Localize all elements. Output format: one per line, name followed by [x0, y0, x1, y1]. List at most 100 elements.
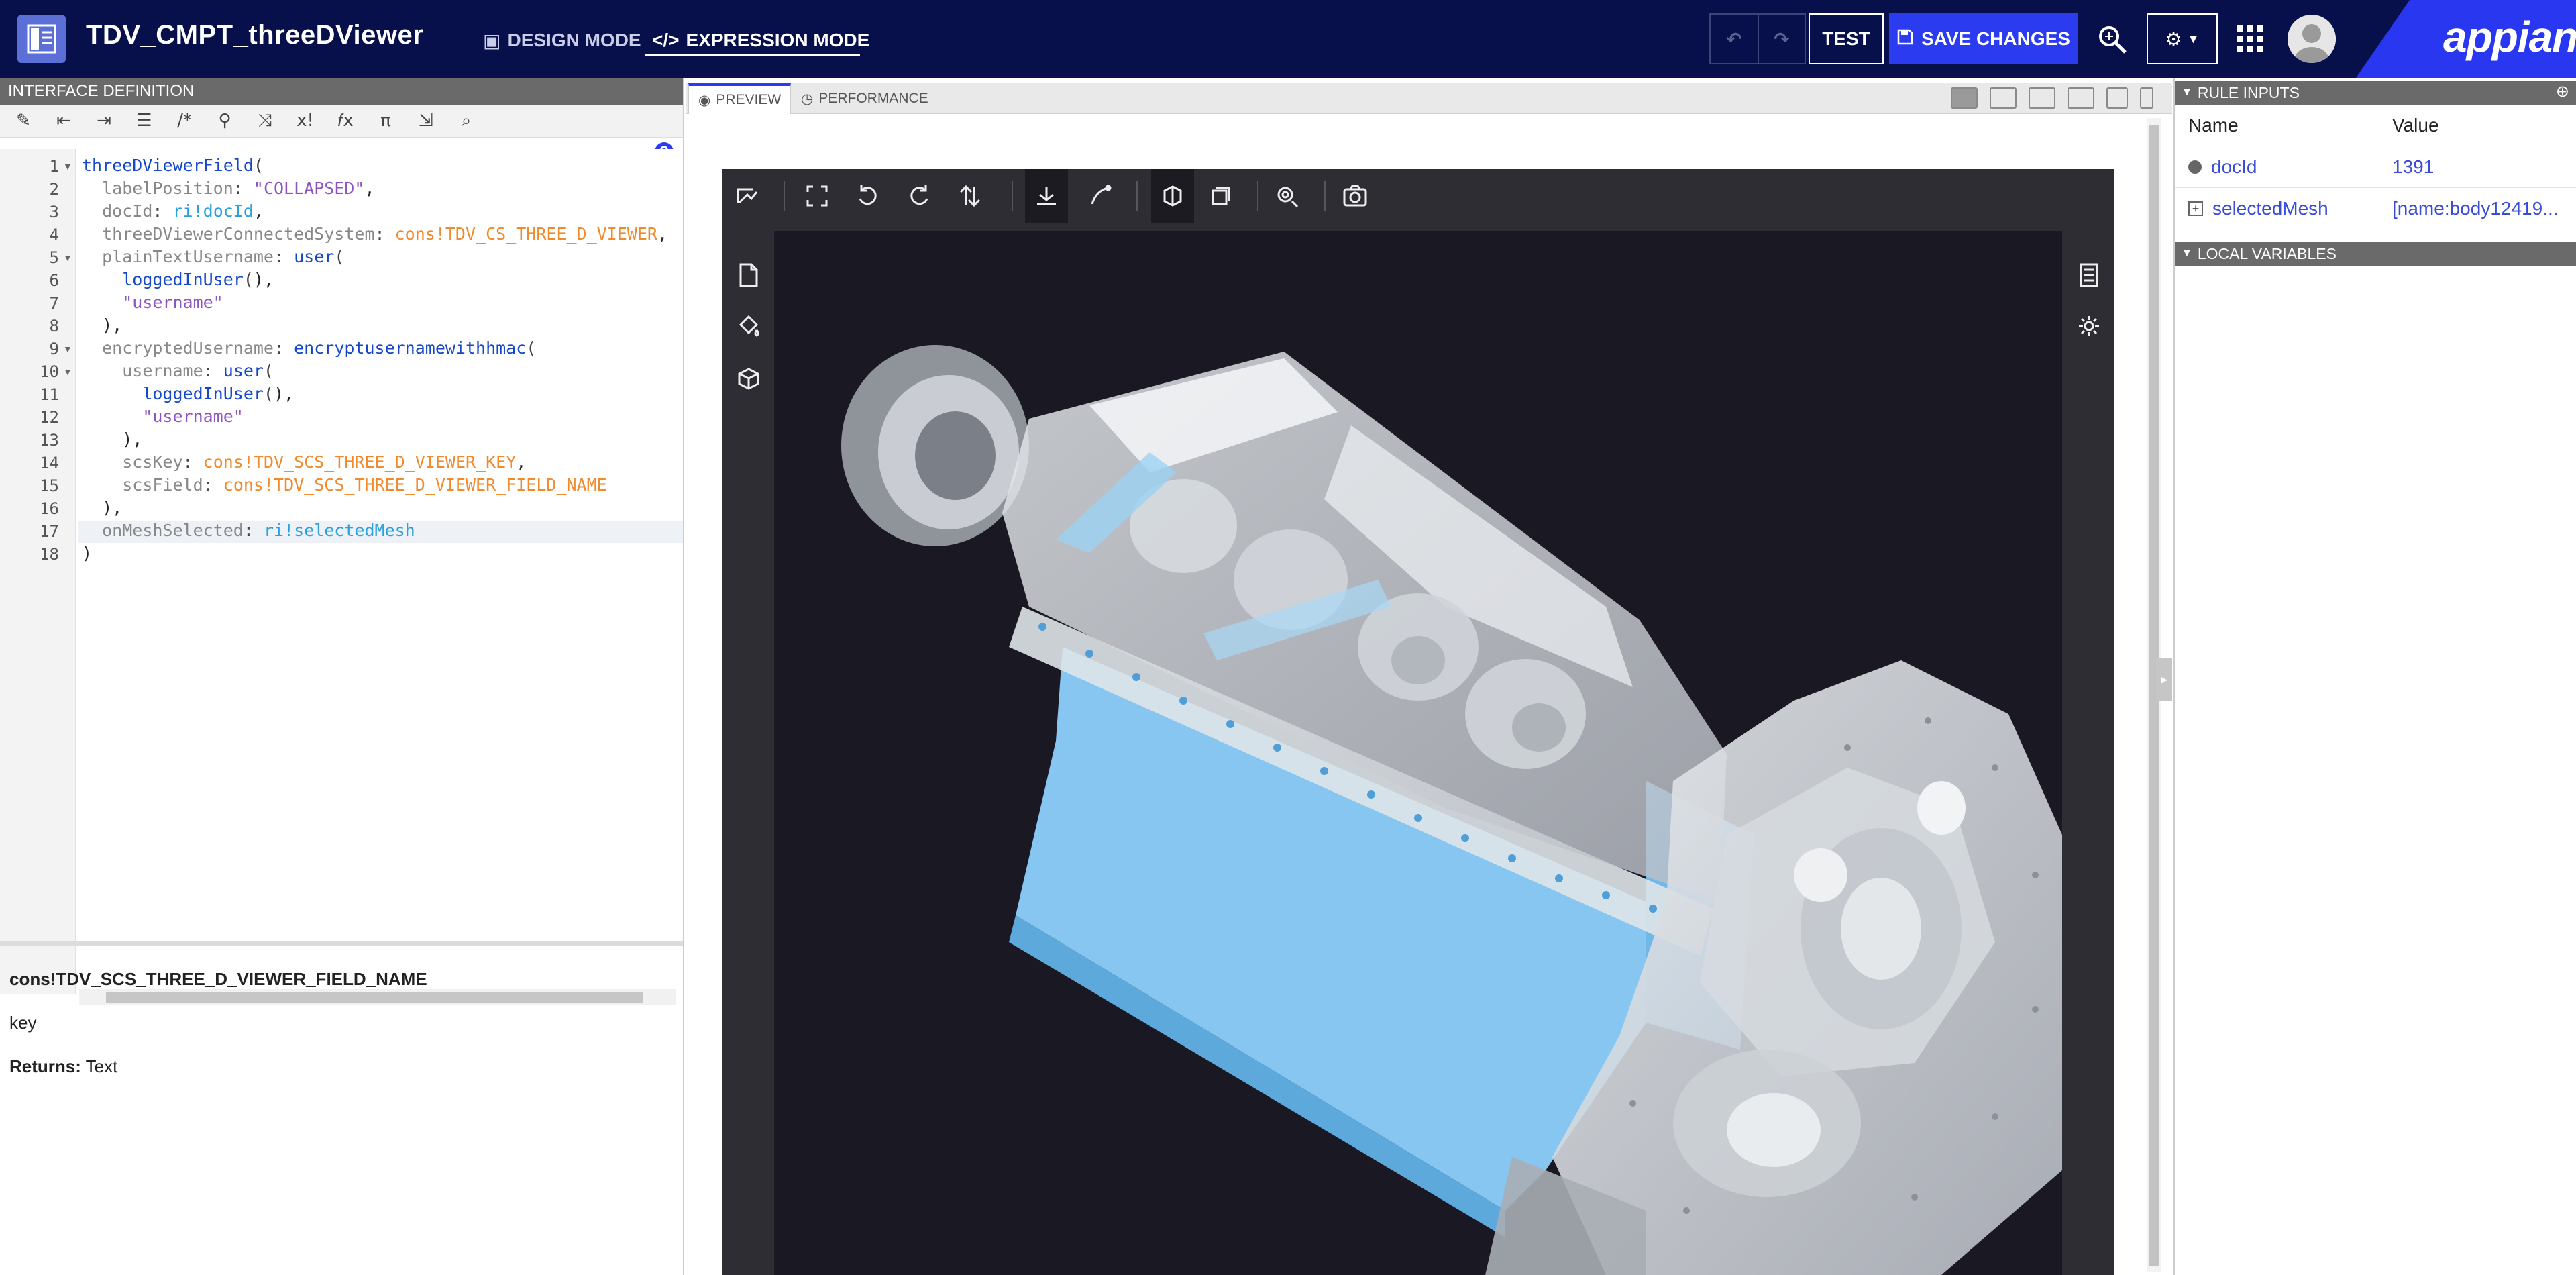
export-icon[interactable]: ⇲ — [412, 108, 440, 134]
fold-arrow-icon[interactable]: ▼ — [63, 344, 72, 354]
rule-input-name-link[interactable]: docId — [2211, 156, 2257, 178]
orbit-mode-icon[interactable] — [1025, 169, 1068, 223]
code-line: onMeshSelected: ri!selectedMesh — [102, 521, 415, 540]
phone-icon[interactable] — [2140, 87, 2153, 109]
gear-icon: ⚙ — [2165, 28, 2182, 50]
code-line: "username" — [142, 407, 244, 426]
doc-returns-label: Returns: — [9, 1056, 81, 1076]
column-header-value: Value — [2392, 115, 2439, 136]
fit-to-view-icon[interactable] — [802, 181, 832, 211]
toolbar-separator — [784, 181, 785, 211]
desktop-icon[interactable] — [2029, 87, 2055, 109]
rule-inputs-header[interactable]: ▼ RULE INPUTS — [2175, 81, 2576, 105]
search-icon[interactable]: ⚲ — [211, 108, 239, 134]
expand-plus-icon[interactable]: + — [2188, 201, 2203, 216]
app-navigation-icon[interactable] — [2237, 26, 2263, 56]
fold-arrow-icon[interactable]: ▼ — [63, 161, 72, 172]
undo-button[interactable]: ↶ — [1709, 13, 1758, 64]
list-icon[interactable]: ☰ — [130, 108, 158, 134]
interface-icon — [17, 15, 66, 63]
test-button[interactable]: TEST — [1809, 13, 1884, 64]
rotate-left-icon[interactable] — [853, 181, 883, 211]
model-canvas[interactable] — [774, 231, 2062, 1275]
viewer-right-sidebar — [2062, 223, 2114, 1275]
tab-performance[interactable]: ◷ PERFORMANCE — [792, 83, 938, 114]
line-number: 17 — [40, 522, 59, 541]
explode-view-icon[interactable] — [1206, 181, 1236, 211]
documentation-panel: cons!TDV_SCS_THREE_D_VIEWER_FIELD_NAME k… — [0, 950, 683, 1086]
document-icon[interactable] — [734, 260, 763, 290]
code-line: loggedInUser(), — [142, 384, 294, 403]
line-number: 12 — [40, 408, 59, 427]
zoom-region-icon[interactable] — [1273, 181, 1303, 211]
shuffle-icon[interactable]: ⤨ — [251, 108, 279, 134]
save-changes-button[interactable]: SAVE CHANGES — [1889, 13, 2078, 64]
search-objects-icon[interactable] — [2097, 24, 2128, 58]
panel-resize-handle[interactable] — [0, 941, 683, 946]
flip-vertical-icon[interactable] — [955, 181, 985, 211]
line-number: 14 — [40, 454, 59, 472]
redo-button[interactable]: ↷ — [1758, 13, 1806, 64]
three-d-viewer — [722, 169, 2114, 1275]
add-rule-input-icon[interactable]: ⊕ — [2556, 82, 2569, 101]
code-editor[interactable]: 1 2 3 4 5 6 7 8 9 10 11 12 13 14 15 16 1… — [0, 149, 683, 1005]
expression-mode-tab[interactable]: </> EXPRESSION MODE — [652, 24, 869, 56]
design-mode-tab[interactable]: ▣ DESIGN MODE — [483, 24, 641, 56]
measure-icon[interactable] — [1085, 181, 1115, 211]
viewer-settings-gear-icon[interactable] — [2074, 311, 2104, 341]
monitor-icon[interactable] — [2068, 87, 2094, 109]
fold-arrow-icon[interactable]: ▼ — [63, 366, 72, 377]
local-variables-header[interactable]: ▼ LOCAL VARIABLES — [2175, 242, 2576, 266]
preview-tabs: ◉ PREVIEW ◷ PERFORMANCE — [686, 83, 2172, 114]
section-plane-icon[interactable] — [1151, 169, 1194, 223]
collapse-right-panel-handle[interactable]: ▸ — [2156, 658, 2172, 701]
tablet-icon[interactable] — [2106, 87, 2128, 109]
pi-icon[interactable]: π — [372, 108, 400, 134]
comment-icon[interactable]: /* — [170, 108, 199, 134]
function-icon[interactable]: 𝑓x — [331, 108, 360, 134]
paint-bucket-icon[interactable] — [734, 311, 763, 341]
rule-inputs-table: Name Value docId 1391 + selectedMesh [na… — [2175, 105, 2576, 230]
table-row: docId 1391 — [2175, 146, 2576, 188]
viewer-toolbar — [722, 169, 2114, 223]
interface-definition-panel: INTERFACE DEFINITION ✎ ⇤ ⇥ ☰ /* ⚲ ⤨ x! 𝑓… — [0, 78, 684, 1275]
indent-icon[interactable]: ⇥ — [90, 108, 118, 134]
fit-width-icon[interactable] — [1951, 87, 1978, 109]
rule-input-value[interactable]: [name:body12419... — [2379, 188, 2576, 230]
doc-title: cons!TDV_SCS_THREE_D_VIEWER_FIELD_NAME — [9, 969, 427, 989]
toolbar-separator — [1257, 181, 1258, 211]
code-line: labelPosition: "COLLAPSED", — [102, 178, 375, 198]
code-line: ), — [82, 315, 123, 335]
desktop-wide-icon[interactable] — [1990, 87, 2017, 109]
rotate-right-icon[interactable] — [904, 181, 934, 211]
tab-preview[interactable]: ◉ PREVIEW — [688, 83, 792, 114]
viewer-left-sidebar — [722, 223, 774, 1275]
code-line: "username" — [122, 293, 223, 312]
parts-list-icon[interactable] — [2074, 260, 2104, 290]
rule-input-value[interactable]: 1391 — [2379, 146, 2576, 188]
line-number: 11 — [40, 385, 59, 404]
preview-search-icon[interactable]: ⌕ — [452, 108, 480, 134]
screenshot-icon[interactable] — [1340, 181, 1370, 211]
rule-inputs-title: RULE INPUTS — [2197, 83, 2300, 101]
active-tab-indicator — [645, 54, 860, 56]
tab-performance-label: PERFORMANCE — [818, 91, 928, 106]
expression-icon[interactable]: x! — [291, 108, 319, 134]
export-image-icon[interactable] — [733, 181, 762, 211]
user-avatar[interactable] — [2288, 15, 2336, 63]
tab-preview-label: PREVIEW — [716, 92, 782, 107]
caret-down-icon: ▼ — [2182, 248, 2192, 259]
auto-format-icon[interactable]: ✎ — [9, 108, 38, 134]
rule-input-name-link[interactable]: selectedMesh — [2212, 198, 2328, 219]
line-number: 2 — [49, 180, 59, 199]
line-number: 1 — [49, 157, 59, 176]
undo-icon: ↶ — [1726, 28, 1742, 50]
line-number: 6 — [49, 271, 59, 290]
engine-model-render — [841, 345, 2062, 1275]
outdent-icon[interactable]: ⇤ — [50, 108, 78, 134]
code-line: docId: ri!docId, — [102, 201, 264, 221]
cube-icon[interactable] — [734, 364, 763, 393]
settings-menu-button[interactable]: ⚙ ▼ — [2147, 13, 2218, 64]
bullet-icon — [2188, 160, 2202, 174]
fold-arrow-icon[interactable]: ▼ — [63, 252, 72, 263]
